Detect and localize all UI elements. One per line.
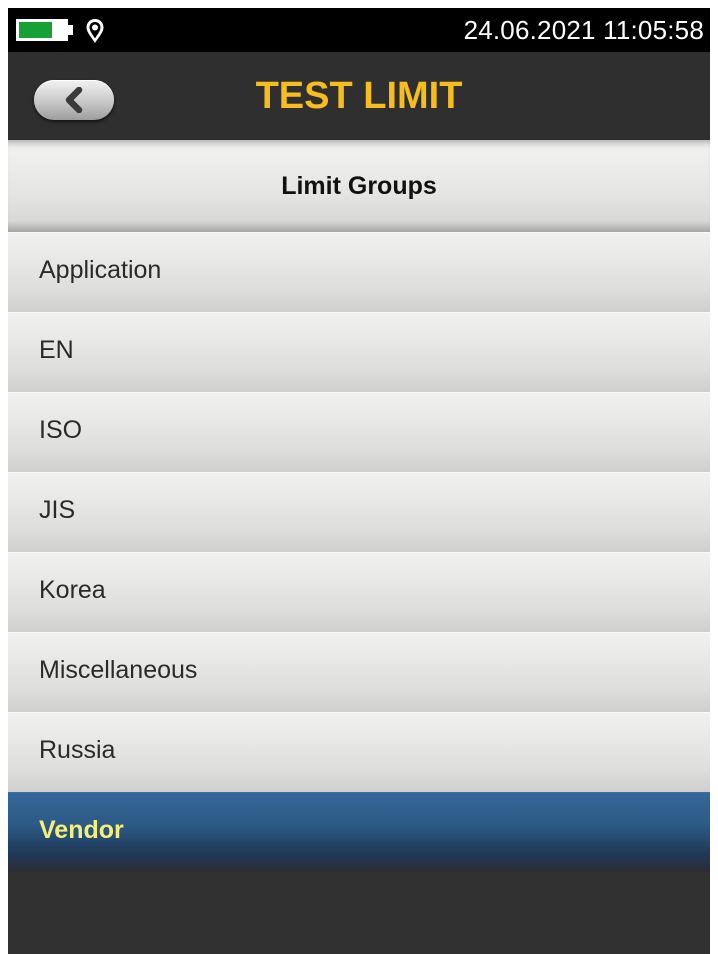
section-title: Limit Groups (281, 172, 437, 200)
status-datetime: 24.06.2021 11:05:58 (463, 15, 704, 45)
list-item-korea[interactable]: Korea (8, 552, 710, 632)
battery-level-fill (19, 22, 53, 38)
battery-terminal (68, 25, 73, 35)
status-bar: 24.06.2021 11:05:58 (8, 8, 710, 52)
list-item-miscellaneous[interactable]: Miscellaneous (8, 632, 710, 712)
list-item-iso[interactable]: ISO (8, 392, 710, 472)
list-item-jis[interactable]: JIS (8, 472, 710, 552)
title-bar: TEST LIMIT (8, 52, 710, 140)
battery-icon (16, 19, 68, 41)
list-item-vendor[interactable]: Vendor (8, 792, 710, 872)
device-screen: 24.06.2021 11:05:58 TEST LIMIT Limit Gro… (8, 8, 710, 954)
limit-group-list: Application EN ISO JIS Korea Miscellaneo… (8, 232, 710, 872)
list-item-en[interactable]: EN (8, 312, 710, 392)
section-header: Limit Groups (8, 140, 710, 232)
list-item-russia[interactable]: Russia (8, 712, 710, 792)
list-item-application[interactable]: Application (8, 232, 710, 312)
page-title: TEST LIMIT (255, 75, 463, 117)
location-pin-icon (86, 19, 104, 43)
